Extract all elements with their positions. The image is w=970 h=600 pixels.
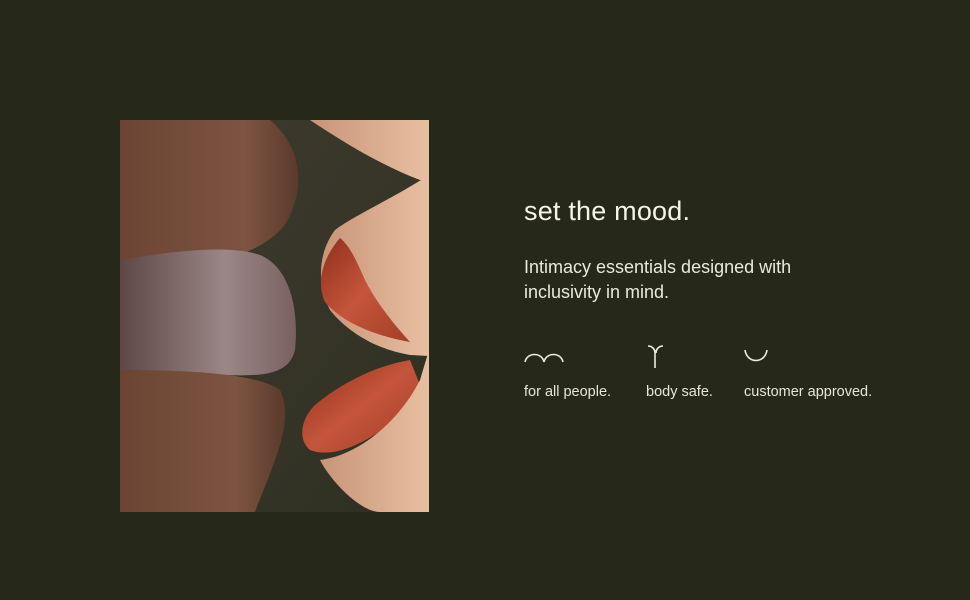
feature-label: customer approved.: [744, 384, 873, 400]
hero-photo-lips: [120, 120, 429, 512]
feature-label: body safe.: [646, 384, 713, 400]
left-chin: [120, 370, 286, 512]
feature-label: for all people.: [524, 384, 612, 400]
y-stem-icon: [647, 345, 664, 368]
lips-illustration: [120, 120, 429, 512]
smile-curve-icon: [744, 349, 768, 362]
feature-customer-approved: customer approved.: [744, 342, 872, 400]
feature-for-all-people: for all people.: [524, 342, 611, 400]
subheadline: Intimacy essentials designed with inclus…: [524, 257, 792, 302]
feature-body-safe: body safe.: [646, 342, 713, 400]
left-lower-lip: [120, 249, 296, 378]
headline: set the mood.: [524, 196, 691, 226]
double-arch-icon: [524, 353, 564, 363]
